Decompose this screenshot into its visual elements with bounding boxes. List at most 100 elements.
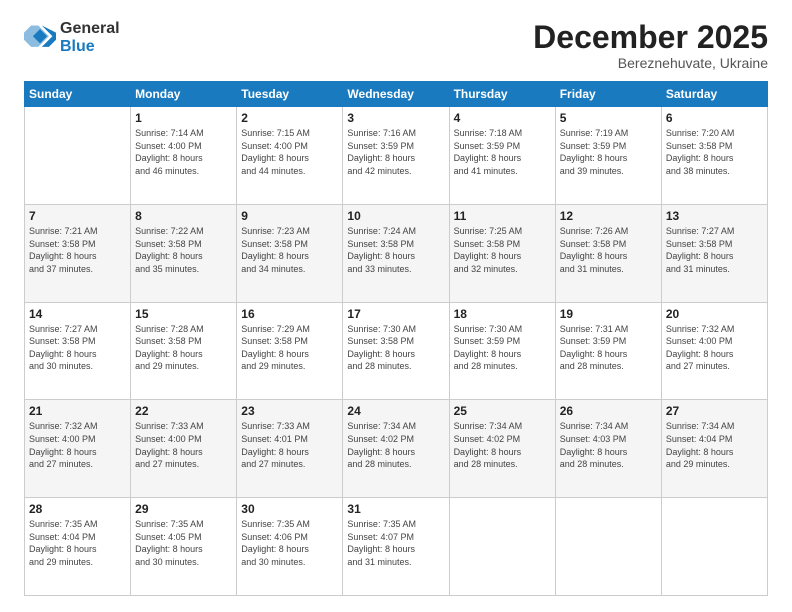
sunset-text: Sunset: 4:02 PM: [347, 433, 444, 446]
day-number: 22: [135, 404, 232, 418]
daylight-text-1: Daylight: 8 hours: [560, 152, 657, 165]
sunset-text: Sunset: 4:05 PM: [135, 531, 232, 544]
sunrise-text: Sunrise: 7:35 AM: [29, 518, 126, 531]
day-info: Sunrise: 7:15 AMSunset: 4:00 PMDaylight:…: [241, 127, 338, 177]
day-cell: 26Sunrise: 7:34 AMSunset: 4:03 PMDayligh…: [555, 400, 661, 498]
day-cell: 19 Sunrise: 7:31 AMSunset: 3:59 PMDayligh…: [555, 302, 661, 400]
sunset-text: Sunset: 4:03 PM: [560, 433, 657, 446]
day-info: Sunrise: 7:14 AMSunset: 4:00 PMDaylight:…: [135, 127, 232, 177]
day-number: 17: [347, 307, 444, 321]
day-number: 19: [560, 307, 657, 321]
daylight-text-1: Daylight: 8 hours: [560, 250, 657, 263]
sunrise-text: Sunrise: 7:30 AM: [347, 323, 444, 336]
daylight-text-1: Daylight: 8 hours: [241, 250, 338, 263]
daylight-text-2: and 41 minutes.: [454, 165, 551, 178]
weekday-sunday: Sunday: [25, 82, 131, 107]
day-number: 10: [347, 209, 444, 223]
daylight-text-2: and 27 minutes.: [666, 360, 763, 373]
day-number: 25: [454, 404, 551, 418]
calendar-body: 1Sunrise: 7:14 AMSunset: 4:00 PMDaylight…: [25, 107, 768, 596]
sunset-text: Sunset: 4:00 PM: [29, 433, 126, 446]
weekday-tuesday: Tuesday: [237, 82, 343, 107]
day-number: 8: [135, 209, 232, 223]
daylight-text-2: and 28 minutes.: [347, 458, 444, 471]
day-cell: 31Sunrise: 7:35 AMSunset: 4:07 PMDayligh…: [343, 498, 449, 596]
day-info: Sunrise: 7:32 AMSunset: 4:00 PMDaylight:…: [29, 420, 126, 470]
day-info: Sunrise: 7:19 AMSunset: 3:59 PMDaylight:…: [560, 127, 657, 177]
day-number: 14: [29, 307, 126, 321]
sunset-text: Sunset: 3:59 PM: [347, 140, 444, 153]
daylight-text-1: Daylight: 8 hours: [29, 348, 126, 361]
sunrise-text: Sunrise: 7:34 AM: [666, 420, 763, 433]
sunrise-text: Sunrise: 7:29 AM: [241, 323, 338, 336]
daylight-text-2: and 31 minutes.: [347, 556, 444, 569]
sunset-text: Sunset: 3:58 PM: [454, 238, 551, 251]
sunrise-text: Sunrise: 7:22 AM: [135, 225, 232, 238]
day-number: 6: [666, 111, 763, 125]
sunset-text: Sunset: 4:01 PM: [241, 433, 338, 446]
daylight-text-2: and 38 minutes.: [666, 165, 763, 178]
daylight-text-1: Daylight: 8 hours: [241, 446, 338, 459]
day-info: Sunrise: 7:35 AMSunset: 4:04 PMDaylight:…: [29, 518, 126, 568]
sunrise-text: Sunrise: 7:20 AM: [666, 127, 763, 140]
daylight-text-2: and 27 minutes.: [135, 458, 232, 471]
day-number: 27: [666, 404, 763, 418]
sunset-text: Sunset: 3:59 PM: [454, 140, 551, 153]
daylight-text-2: and 32 minutes.: [454, 263, 551, 276]
day-number: 3: [347, 111, 444, 125]
daylight-text-1: Daylight: 8 hours: [135, 250, 232, 263]
daylight-text-1: Daylight: 8 hours: [135, 446, 232, 459]
day-cell: 16Sunrise: 7:29 AMSunset: 3:58 PMDayligh…: [237, 302, 343, 400]
daylight-text-1: Daylight: 8 hours: [347, 250, 444, 263]
sunset-text: Sunset: 4:00 PM: [135, 433, 232, 446]
day-info: Sunrise: 7:31 AMSunset: 3:59 PMDaylight:…: [560, 323, 657, 373]
sunset-text: Sunset: 3:58 PM: [29, 238, 126, 251]
sunset-text: Sunset: 4:07 PM: [347, 531, 444, 544]
sunset-text: Sunset: 3:58 PM: [29, 335, 126, 348]
sunrise-text: Sunrise: 7:32 AM: [29, 420, 126, 433]
daylight-text-2: and 44 minutes.: [241, 165, 338, 178]
sunrise-text: Sunrise: 7:32 AM: [666, 323, 763, 336]
daylight-text-2: and 28 minutes.: [560, 360, 657, 373]
logo-general-text: General: [60, 20, 120, 38]
sunset-text: Sunset: 3:58 PM: [347, 335, 444, 348]
sunrise-text: Sunrise: 7:19 AM: [560, 127, 657, 140]
day-number: 7: [29, 209, 126, 223]
page: General Blue December 2025 Bereznehuvate…: [0, 0, 792, 612]
weekday-friday: Friday: [555, 82, 661, 107]
daylight-text-1: Daylight: 8 hours: [241, 543, 338, 556]
daylight-text-2: and 42 minutes.: [347, 165, 444, 178]
daylight-text-1: Daylight: 8 hours: [29, 250, 126, 263]
logo: General Blue: [24, 20, 120, 55]
daylight-text-2: and 28 minutes.: [454, 360, 551, 373]
sunrise-text: Sunrise: 7:31 AM: [560, 323, 657, 336]
week-row-3: 21Sunrise: 7:32 AMSunset: 4:00 PMDayligh…: [25, 400, 768, 498]
daylight-text-1: Daylight: 8 hours: [135, 543, 232, 556]
daylight-text-1: Daylight: 8 hours: [454, 446, 551, 459]
daylight-text-1: Daylight: 8 hours: [347, 348, 444, 361]
day-info: Sunrise: 7:30 AMSunset: 3:59 PMDaylight:…: [454, 323, 551, 373]
sunrise-text: Sunrise: 7:21 AM: [29, 225, 126, 238]
sunrise-text: Sunrise: 7:33 AM: [135, 420, 232, 433]
sunrise-text: Sunrise: 7:33 AM: [241, 420, 338, 433]
daylight-text-2: and 29 minutes.: [29, 556, 126, 569]
day-number: 16: [241, 307, 338, 321]
sunrise-text: Sunrise: 7:23 AM: [241, 225, 338, 238]
sunset-text: Sunset: 4:00 PM: [135, 140, 232, 153]
day-cell: 10Sunrise: 7:24 AMSunset: 3:58 PMDayligh…: [343, 204, 449, 302]
sunset-text: Sunset: 3:58 PM: [666, 140, 763, 153]
day-info: Sunrise: 7:34 AMSunset: 4:02 PMDaylight:…: [454, 420, 551, 470]
logo-blue-text: Blue: [60, 38, 120, 56]
sunset-text: Sunset: 3:58 PM: [560, 238, 657, 251]
daylight-text-2: and 28 minutes.: [560, 458, 657, 471]
daylight-text-1: Daylight: 8 hours: [454, 152, 551, 165]
day-cell: 14Sunrise: 7:27 AMSunset: 3:58 PMDayligh…: [25, 302, 131, 400]
daylight-text-1: Daylight: 8 hours: [666, 250, 763, 263]
sunrise-text: Sunrise: 7:14 AM: [135, 127, 232, 140]
day-cell: 11Sunrise: 7:25 AMSunset: 3:58 PMDayligh…: [449, 204, 555, 302]
day-cell: 13Sunrise: 7:27 AMSunset: 3:58 PMDayligh…: [661, 204, 767, 302]
daylight-text-1: Daylight: 8 hours: [135, 348, 232, 361]
sunrise-text: Sunrise: 7:27 AM: [666, 225, 763, 238]
sunrise-text: Sunrise: 7:35 AM: [347, 518, 444, 531]
weekday-monday: Monday: [131, 82, 237, 107]
